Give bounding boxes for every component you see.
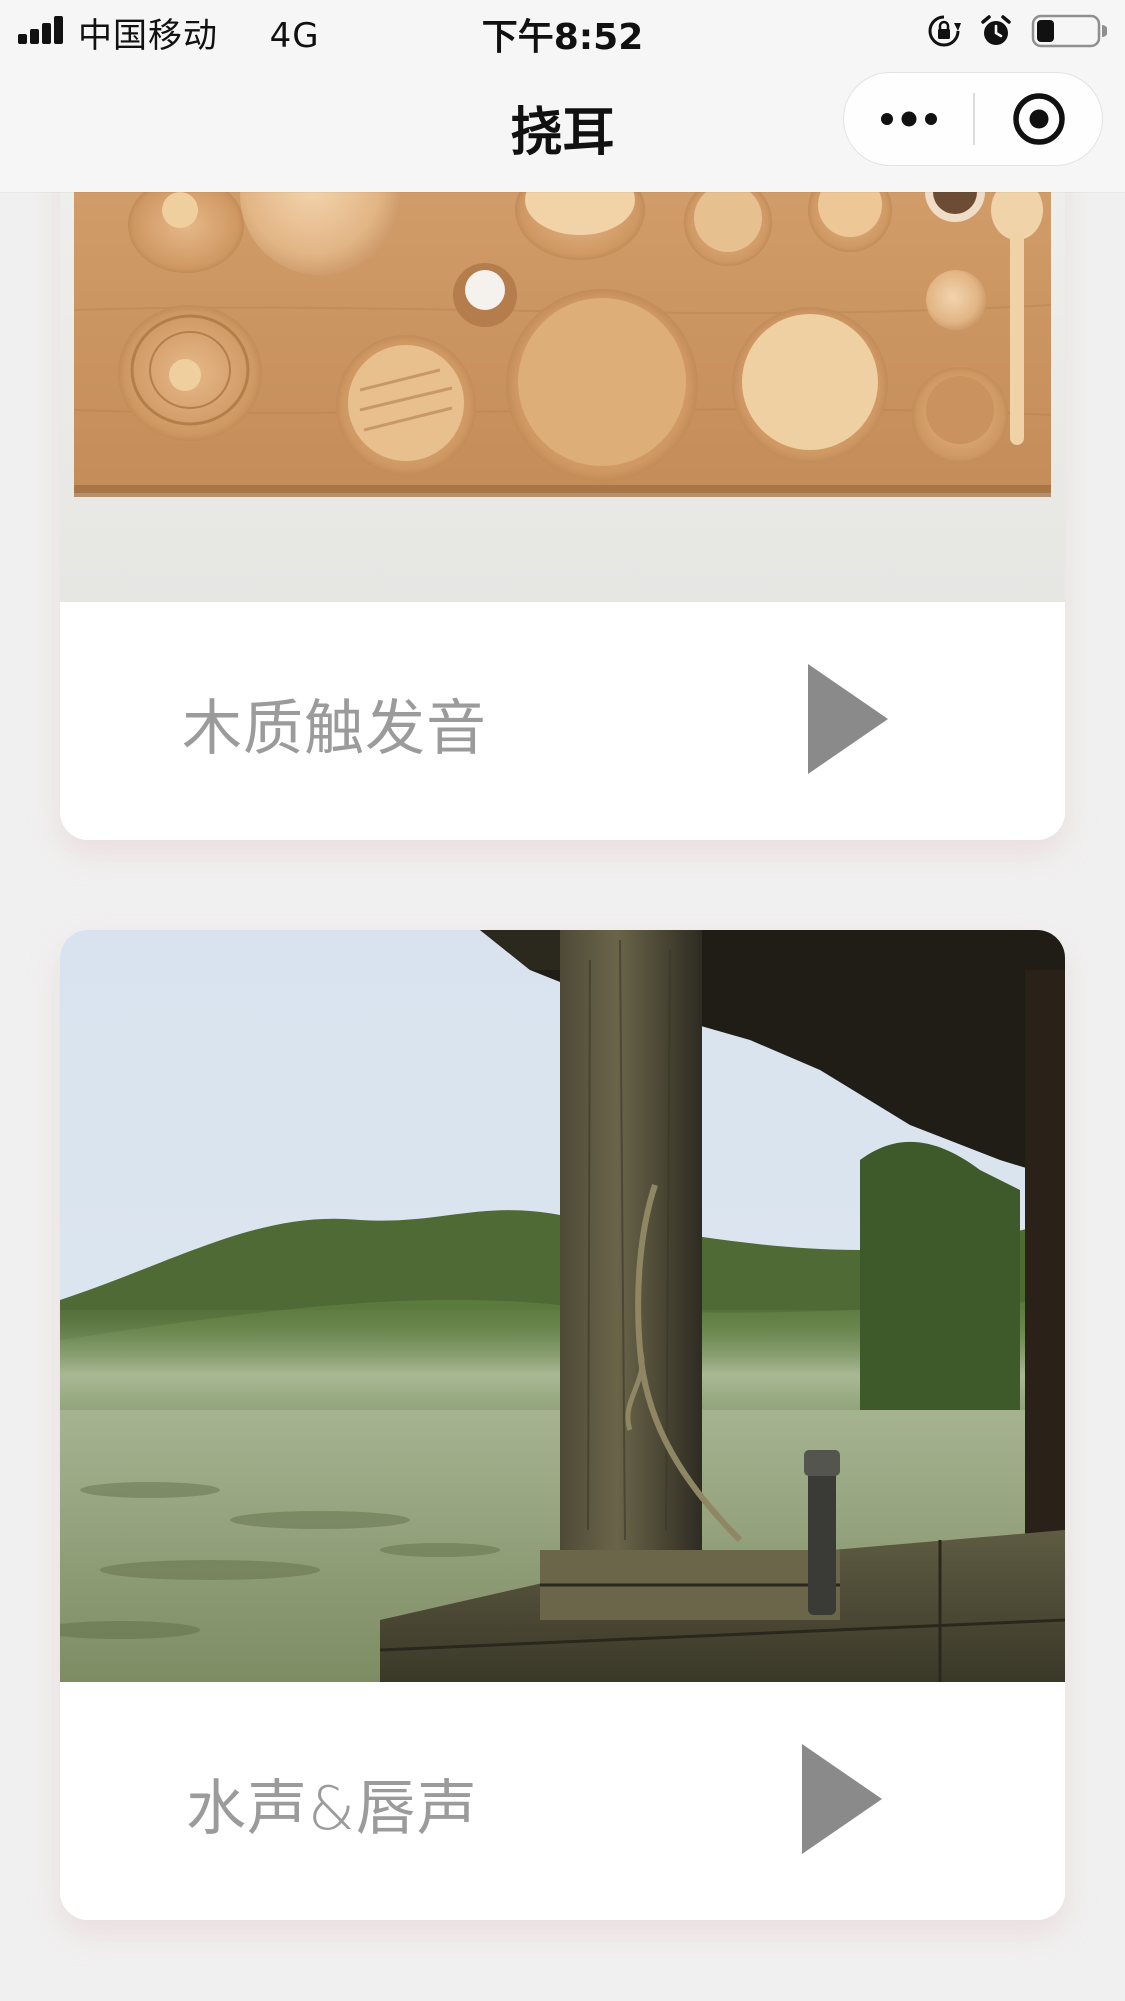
close-button[interactable]: [975, 73, 1102, 164]
sound-card[interactable]: 水声&唇声: [60, 930, 1065, 1920]
status-icons: [927, 10, 1107, 52]
more-button[interactable]: [844, 73, 973, 164]
misty-lake-dock-photo: [60, 930, 1065, 1682]
sound-card-footer: 水声&唇声: [60, 1682, 1065, 1920]
nav-bar: 挠耳: [0, 62, 1125, 192]
sound-title: 水声&唇声: [186, 1774, 478, 1844]
sound-card-footer: 木质触发音: [60, 602, 1065, 840]
sound-title: 木质触发音: [182, 694, 487, 764]
rotation-lock-icon: [928, 15, 961, 47]
mini-program-capsule: [843, 72, 1103, 166]
play-icon[interactable]: [802, 1744, 882, 1854]
ellipsis-icon: [880, 111, 937, 126]
battery-icon: [1031, 14, 1107, 48]
top-bar: 中国移动 4G 下午8:52 挠耳: [0, 0, 1125, 192]
target-close-icon: [1012, 92, 1065, 145]
play-icon[interactable]: [808, 664, 888, 774]
alarm-icon: [981, 15, 1011, 45]
status-bar: 中国移动 4G 下午8:52: [0, 0, 1125, 62]
